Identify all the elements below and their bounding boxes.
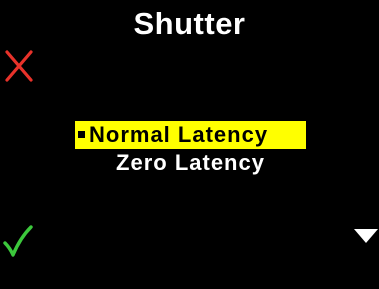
cross-icon <box>5 50 33 82</box>
selected-option-highlight: Normal Latency <box>75 121 306 149</box>
option-normal-latency[interactable]: Normal Latency <box>0 121 379 149</box>
page-title: Shutter <box>133 6 246 41</box>
option-list: Normal Latency Zero Latency <box>0 121 379 177</box>
selection-marker <box>78 131 85 138</box>
option-label: Normal Latency <box>89 122 269 147</box>
option-zero-latency[interactable]: Zero Latency <box>0 149 379 177</box>
cancel-button[interactable] <box>4 49 34 83</box>
shutter-settings-screen: Shutter Normal Latency Zero Latency <box>0 0 379 289</box>
option-label: Zero Latency <box>116 150 265 175</box>
confirm-button[interactable] <box>2 224 34 258</box>
checkmark-icon <box>3 225 33 257</box>
down-triangle-icon <box>354 229 378 243</box>
scroll-down-button[interactable] <box>353 224 379 246</box>
